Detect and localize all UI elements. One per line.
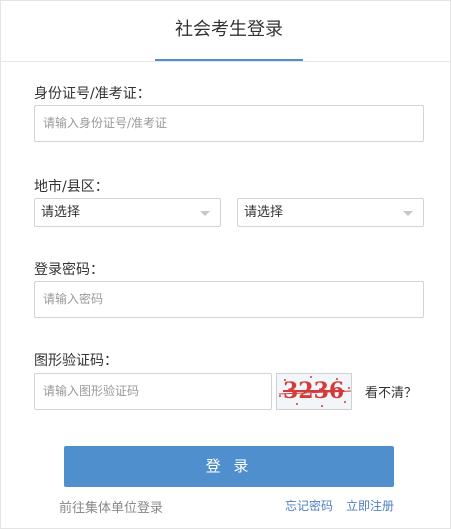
region-label: 地市/县区：	[34, 179, 109, 195]
register-link[interactable]: 立即注册	[346, 497, 394, 514]
login-panel: 社会考生登录 身份证号/准考证： 请输入身份证号/准考证 地市/县区： 请选择 …	[0, 0, 451, 529]
org-login-link[interactable]: 前往集体单位登录	[59, 497, 163, 516]
forgot-password-link[interactable]: 忘记密码	[285, 497, 333, 514]
city-select[interactable]: 请选择	[34, 198, 221, 227]
chevron-down-icon	[403, 211, 413, 216]
login-button[interactable]: 登 录	[64, 446, 394, 487]
login-header: 社会考生登录	[1, 1, 450, 62]
captcha-label: 图形验证码：	[34, 353, 118, 369]
city-select-value: 请选择	[41, 205, 81, 220]
password-label: 登录密码：	[34, 262, 104, 278]
captcha-input[interactable]: 请输入图形验证码	[34, 373, 272, 410]
password-input[interactable]: 请输入密码	[34, 281, 424, 318]
captcha-image-text: 3236	[283, 378, 345, 404]
captcha-image[interactable]: 3236	[276, 373, 352, 410]
id-field-label: 身份证号/准考证：	[34, 86, 151, 102]
chevron-down-icon	[200, 211, 210, 216]
district-select[interactable]: 请选择	[237, 198, 424, 227]
tab-social-candidate-login[interactable]: 社会考生登录	[155, 1, 303, 61]
district-select-value: 请选择	[244, 205, 284, 220]
id-number-input[interactable]: 请输入身份证号/准考证	[34, 105, 424, 142]
captcha-refresh-link[interactable]: 看不清？	[365, 382, 417, 401]
